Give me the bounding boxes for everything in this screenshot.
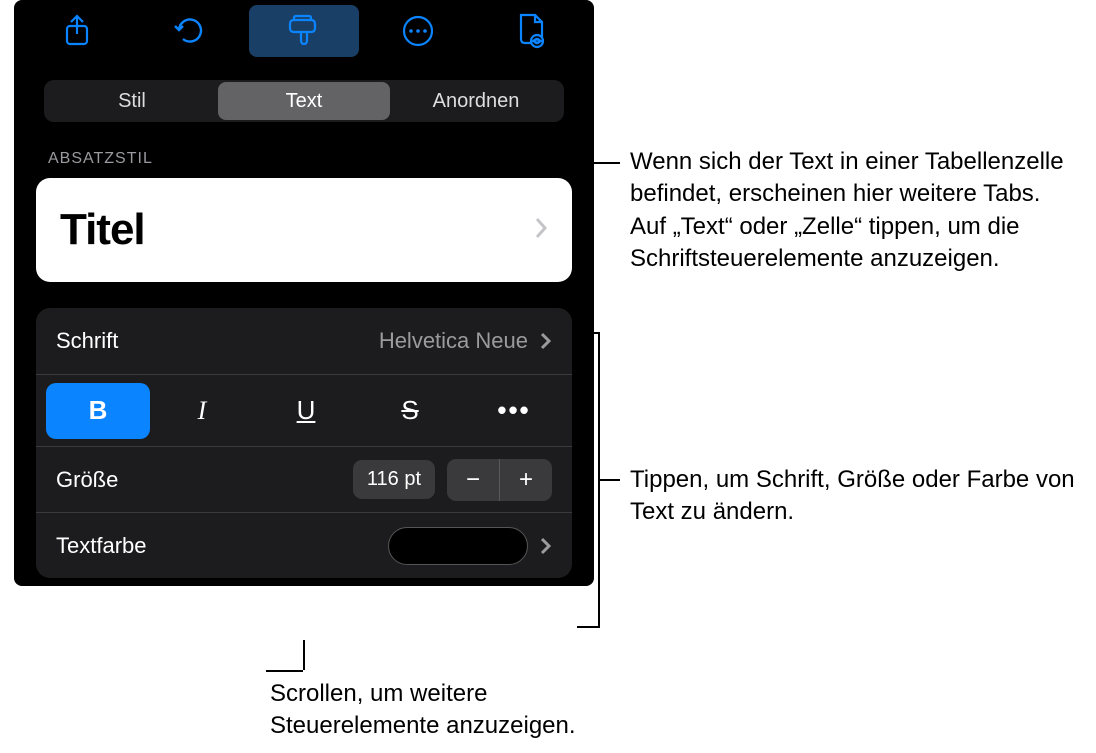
share-button[interactable] [22,5,132,57]
share-icon [63,14,91,48]
font-row-label: Schrift [56,328,118,354]
size-increase-button[interactable]: + [500,459,552,501]
format-button[interactable] [249,5,359,57]
more-glyph: ••• [497,395,530,426]
undo-button[interactable] [136,5,246,57]
text-color-row[interactable]: Textfarbe [36,512,572,578]
underline-glyph: U [297,395,316,426]
text-color-value [388,527,552,565]
more-button[interactable] [363,5,473,57]
callout-line [303,640,305,670]
callout-line [577,332,598,334]
document-view-icon [515,13,547,49]
chevron-right-icon [534,214,548,246]
color-swatch[interactable] [388,527,528,565]
strike-glyph: S [401,395,418,426]
text-controls-card: Schrift Helvetica Neue B I U S ••• Größe… [36,308,572,578]
callout-card-note: Tippen, um Schrift, Größe oder Farbe von… [630,464,1080,529]
format-panel: Stil Text Anordnen ABSATZSTIL Titel Schr… [14,0,594,586]
size-value[interactable]: 116 pt [353,460,435,499]
size-row-label: Größe [56,467,118,493]
callout-line [577,626,598,628]
size-row: Größe 116 pt − + [36,446,572,512]
tab-style[interactable]: Stil [46,82,218,120]
size-stepper: − + [447,459,552,501]
tab-text[interactable]: Text [218,82,390,120]
chevron-right-icon [540,332,552,350]
italic-button[interactable]: I [150,383,254,439]
text-style-buttons-row: B I U S ••• [36,374,572,446]
tabs-container: Stil Text Anordnen [14,62,594,130]
paragraph-style-title: Titel [60,205,145,255]
document-view-button[interactable] [476,5,586,57]
callout-line [304,140,306,162]
callout-line [598,479,620,481]
top-toolbar [14,0,594,62]
undo-icon [173,16,207,46]
more-icon [401,14,435,48]
bold-button[interactable]: B [46,383,150,439]
italic-glyph: I [198,396,207,426]
format-brush-icon [287,14,321,48]
text-color-label: Textfarbe [56,533,147,559]
tab-arrange[interactable]: Anordnen [390,82,562,120]
font-row[interactable]: Schrift Helvetica Neue [36,308,572,374]
format-tabs: Stil Text Anordnen [44,80,564,122]
chevron-right-icon [540,537,552,555]
callout-line [304,162,620,164]
callout-line [266,670,303,672]
paragraph-style-row[interactable]: Titel [36,178,572,282]
font-row-value: Helvetica Neue [379,328,552,354]
size-decrease-button[interactable]: − [447,459,499,501]
font-name: Helvetica Neue [379,328,528,354]
size-controls: 116 pt − + [353,459,552,501]
callout-scroll-note: Scrollen, um weitere Steuerelemente anzu… [270,678,630,743]
strikethrough-button[interactable]: S [358,383,462,439]
callout-tabs-note: Wenn sich der Text in einer Tabellenzell… [630,146,1080,276]
more-styles-button[interactable]: ••• [462,383,566,439]
underline-button[interactable]: U [254,383,358,439]
